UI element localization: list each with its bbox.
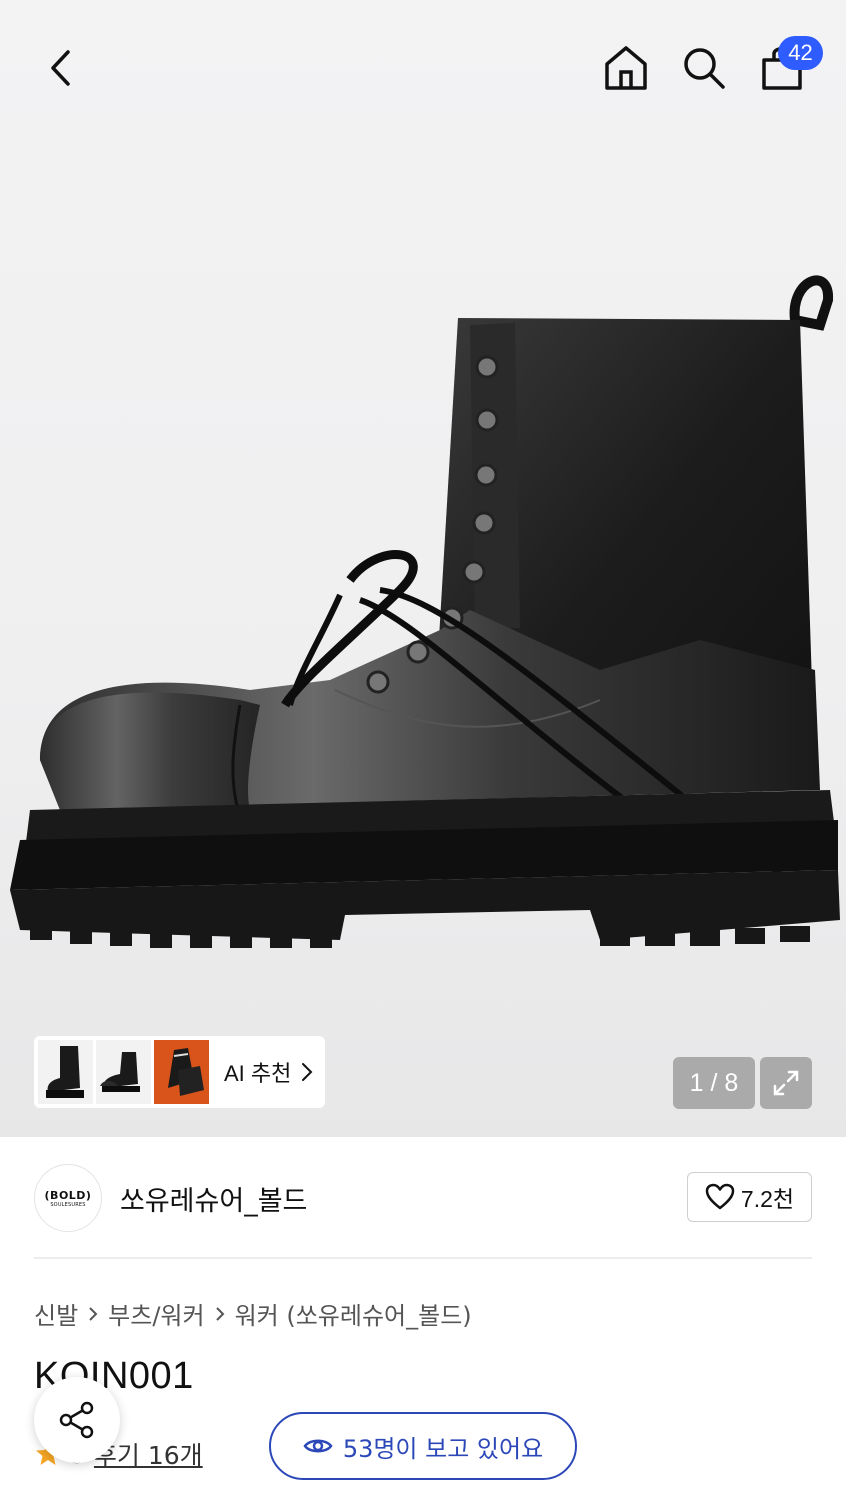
seller-name[interactable]: 쏘유레슈어_볼드 — [120, 1179, 307, 1218]
eye-icon — [303, 1439, 333, 1453]
share-icon — [59, 1401, 94, 1439]
thumbnail-3[interactable] — [154, 1040, 209, 1104]
chevron-left-icon — [51, 50, 70, 86]
viewers-now-badge[interactable]: 53명이 보고 있어요 — [269, 1412, 577, 1480]
image-page-counter: 1 / 8 — [673, 1057, 755, 1109]
breadcrumb-item-shoes[interactable]: 신발 — [34, 1296, 78, 1331]
viewers-label: 53명이 보고 있어요 — [342, 1434, 544, 1463]
seller-logo-text: (BOLD) — [44, 1188, 92, 1202]
boot-thumbnail-icon — [154, 1040, 209, 1104]
share-button[interactable] — [34, 1377, 120, 1463]
chevron-right-icon — [88, 1306, 98, 1322]
search-icon — [684, 48, 725, 89]
home-button[interactable] — [596, 38, 656, 98]
like-button[interactable]: 7.2천 — [687, 1172, 812, 1222]
seller-info[interactable]: (BOLD) SOULESURES 쏘유레슈어_볼드 7.2천 — [34, 1163, 812, 1233]
breadcrumb-item-boots[interactable]: 부츠/워커 — [108, 1296, 204, 1331]
cart-count-badge: 42 — [778, 36, 823, 70]
search-button[interactable] — [674, 38, 734, 98]
boot-thumbnail-icon — [38, 1040, 93, 1104]
ai-recommend-label: AI 추천 — [224, 1061, 292, 1086]
chevron-right-icon — [215, 1306, 225, 1322]
top-navigation-bar: 42 — [0, 0, 846, 135]
seller-logo[interactable]: (BOLD) SOULESURES — [34, 1164, 102, 1232]
heart-icon — [705, 1183, 735, 1210]
breadcrumb-item-walker[interactable]: 워커 (쏘유레슈어_볼드) — [235, 1296, 472, 1331]
product-image-gallery[interactable]: 42 AI 추천 1 / 8 — [0, 0, 846, 1137]
ai-recommendation-card[interactable]: AI 추천 — [34, 1036, 325, 1108]
like-count: 7.2천 — [740, 1186, 795, 1212]
thumbnail-1[interactable] — [38, 1040, 93, 1104]
product-photo-boot[interactable] — [0, 250, 846, 970]
section-divider — [34, 1257, 812, 1259]
boot-thumbnail-icon — [96, 1040, 151, 1104]
thumbnail-2[interactable] — [96, 1040, 151, 1104]
breadcrumb: 신발 부츠/워커 워커 (쏘유레슈어_볼드) — [34, 1296, 472, 1331]
chevron-right-icon — [302, 1063, 313, 1081]
fullscreen-button[interactable] — [760, 1057, 812, 1109]
seller-logo-subtext: SOULESURES — [50, 1201, 86, 1208]
back-button[interactable] — [30, 40, 90, 96]
home-icon — [605, 46, 647, 90]
expand-icon — [773, 1070, 799, 1096]
